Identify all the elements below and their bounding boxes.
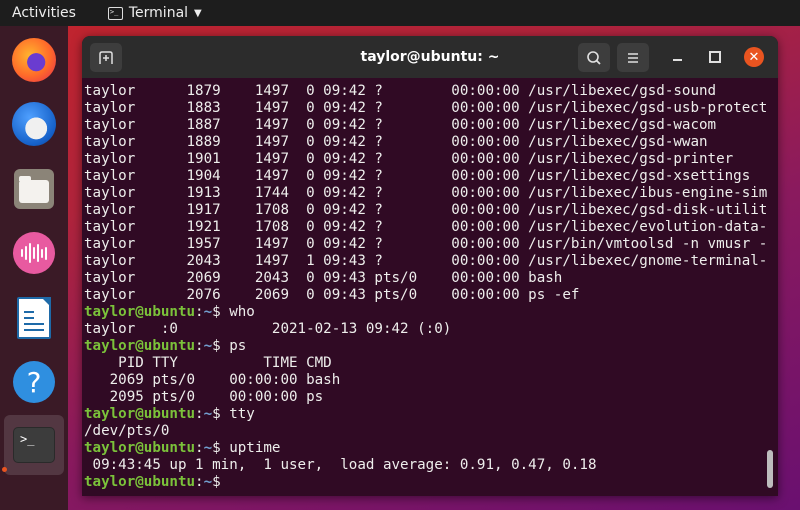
app-menu-label: Terminal (128, 5, 189, 21)
prompt-path: ~ (203, 338, 213, 354)
prompt-user: taylor@ubuntu (84, 440, 196, 456)
terminal-output[interactable]: taylor 1879 1497 0 09:42 ? 00:00:00 /usr… (82, 78, 778, 496)
close-button[interactable]: ✕ (744, 47, 764, 67)
terminal-output-line: taylor 1901 1497 0 09:42 ? 00:00:00 /usr… (84, 151, 734, 167)
window-title: taylor@ubuntu: ~ (360, 49, 500, 65)
prompt-symbol: $ (212, 440, 221, 456)
title-bar: taylor@ubuntu: ~ ✕ (82, 36, 778, 78)
command-text: who (220, 304, 255, 320)
terminal-window: taylor@ubuntu: ~ ✕ taylor 1879 1497 0 09… (82, 36, 778, 496)
dock-item-writer[interactable] (10, 294, 58, 342)
prompt-path: ~ (203, 440, 213, 456)
new-tab-icon (99, 50, 113, 64)
terminal-output-line: taylor 1879 1497 0 09:42 ? 00:00:00 /usr… (84, 83, 717, 99)
dock-item-rhythmbox[interactable] (10, 229, 58, 277)
running-indicator (2, 467, 7, 472)
prompt-path: ~ (203, 304, 213, 320)
menu-button[interactable] (617, 43, 649, 72)
terminal-output-line: taylor 1887 1497 0 09:42 ? 00:00:00 /usr… (84, 117, 717, 133)
maximize-button[interactable] (705, 47, 725, 67)
prompt-symbol: $ (212, 406, 221, 422)
caret-down-icon: ▼ (194, 7, 202, 19)
terminal-output-line: /dev/pts/0 (84, 423, 170, 439)
terminal-output-line: taylor 2076 2069 0 09:43 pts/0 00:00:00 … (84, 287, 580, 303)
prompt-user: taylor@ubuntu (84, 338, 196, 354)
terminal-output-line: taylor 1921 1708 0 09:42 ? 00:00:00 /usr… (84, 219, 768, 235)
writer-icon (17, 297, 51, 339)
top-bar: Activities >_ Terminal ▼ (0, 0, 800, 26)
scrollbar[interactable] (767, 450, 773, 488)
terminal-output-line: taylor 2043 1497 1 09:43 ? 00:00:00 /usr… (84, 253, 768, 269)
app-menu[interactable]: >_ Terminal ▼ (107, 5, 202, 21)
close-icon: ✕ (748, 49, 760, 65)
terminal-output-line: taylor 1913 1744 0 09:42 ? 00:00:00 /usr… (84, 185, 768, 201)
dock-item-files[interactable] (10, 165, 58, 213)
rhythmbox-icon (13, 232, 55, 274)
terminal-output-line: 2095 pts/0 00:00:00 ps (84, 389, 324, 405)
prompt-user: taylor@ubuntu (84, 474, 196, 490)
terminal-command-line: taylor@ubuntu:~$ ps (84, 338, 778, 355)
terminal-output-line: 2069 pts/0 00:00:00 bash (84, 372, 341, 388)
terminal-icon: >_ (13, 427, 55, 463)
terminal-output-line: taylor 1957 1497 0 09:42 ? 00:00:00 /usr… (84, 236, 768, 252)
terminal-output-line: taylor 1889 1497 0 09:42 ? 00:00:00 /usr… (84, 134, 708, 150)
prompt-path: ~ (203, 474, 213, 490)
prompt-separator: : (195, 440, 204, 456)
terminal-command-line: taylor@ubuntu:~$ who (84, 304, 778, 321)
prompt-separator: : (195, 406, 204, 422)
prompt-symbol: $ (212, 474, 221, 490)
command-text: uptime (220, 440, 281, 456)
prompt-path: ~ (203, 406, 213, 422)
terminal-output-line: PID TTY TIME CMD (84, 355, 332, 371)
terminal-command-line: taylor@ubuntu:~$ tty (84, 406, 778, 423)
terminal-command-line: taylor@ubuntu:~$ (84, 474, 778, 491)
terminal-output-line: taylor 1917 1708 0 09:42 ? 00:00:00 /usr… (84, 202, 768, 218)
terminal-output-line: taylor :0 2021-02-13 09:42 (:0) (84, 321, 452, 337)
prompt-symbol: $ (212, 304, 221, 320)
activities-button[interactable]: Activities (12, 5, 76, 21)
new-tab-button[interactable] (90, 43, 122, 72)
files-icon (14, 169, 54, 209)
terminal-output-line: taylor 1904 1497 0 09:42 ? 00:00:00 /usr… (84, 168, 751, 184)
terminal-output-line: taylor 1883 1497 0 09:42 ? 00:00:00 /usr… (84, 100, 768, 116)
command-text: ps (220, 338, 247, 354)
search-button[interactable] (578, 43, 610, 72)
thunderbird-icon (12, 102, 56, 146)
search-icon (587, 50, 601, 65)
hamburger-menu-icon (628, 52, 638, 63)
dock-item-help[interactable]: ? (10, 358, 58, 406)
terminal-icon: >_ (107, 6, 123, 20)
dock: ? >_ (0, 26, 68, 510)
terminal-output-line: 09:43:45 up 1 min, 1 user, load average:… (84, 457, 597, 473)
dock-item-firefox[interactable] (10, 36, 58, 84)
dock-item-terminal[interactable]: >_ (4, 415, 64, 475)
prompt-separator: : (195, 474, 204, 490)
firefox-icon (12, 38, 56, 82)
help-icon: ? (13, 361, 55, 403)
terminal-command-line: taylor@ubuntu:~$ uptime (84, 440, 778, 457)
dock-item-thunderbird[interactable] (10, 100, 58, 148)
prompt-separator: : (195, 304, 204, 320)
prompt-symbol: $ (212, 338, 221, 354)
prompt-user: taylor@ubuntu (84, 304, 196, 320)
minimize-button[interactable] (667, 47, 687, 67)
prompt-user: taylor@ubuntu (84, 406, 196, 422)
terminal-output-line: taylor 2069 2043 0 09:43 pts/0 00:00:00 … (84, 270, 563, 286)
prompt-separator: : (195, 338, 204, 354)
command-text: tty (220, 406, 255, 422)
